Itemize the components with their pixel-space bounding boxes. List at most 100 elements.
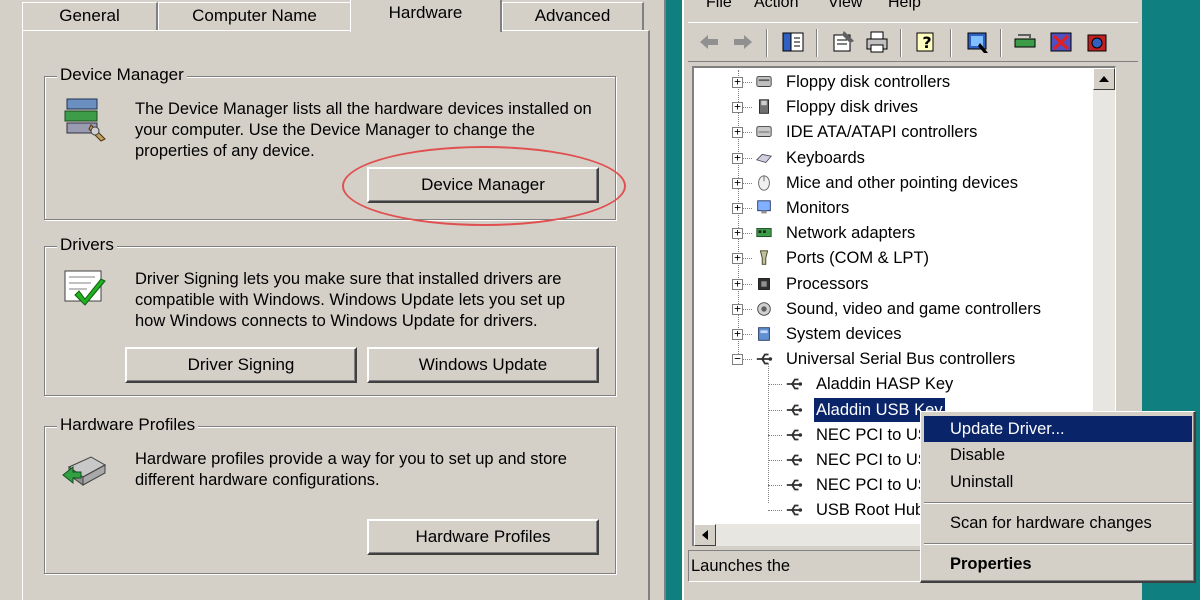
expand-collapse-toggle[interactable]: + [732, 152, 743, 164]
scan-hardware-icon[interactable] [964, 29, 990, 55]
device-manager-description: The Device Manager lists all the hardwar… [135, 100, 592, 160]
expand-collapse-toggle[interactable]: + [732, 328, 743, 340]
tree-usb-device-label: Aladdin HASP Key [816, 375, 954, 394]
device-manager-icon [64, 98, 106, 142]
tree-usb-device-0[interactable]: Aladdin HASP Key [694, 372, 1094, 396]
tree-category-label: Keyboards [786, 148, 865, 167]
disable-device-icon[interactable] [1048, 29, 1074, 55]
scroll-up-arrow-icon [1099, 76, 1109, 82]
scroll-up-button[interactable] [1093, 68, 1115, 90]
toolbar: ? [688, 22, 1138, 62]
tree-category-11[interactable]: − Universal Serial Bus controllers [694, 347, 1094, 371]
tab-computer-name[interactable]: Computer Name [158, 2, 352, 30]
update-driver-icon[interactable] [1012, 29, 1038, 55]
device-manager-group: Device Manager The Device Manager lists … [44, 65, 616, 220]
usb-device-icon [786, 504, 803, 516]
toolbar-separator [1000, 29, 1002, 57]
driver-signing-icon [64, 270, 106, 306]
menu-view[interactable]: View [828, 0, 862, 12]
tree-category-label: Network adapters [786, 224, 916, 243]
tree-connector [768, 485, 782, 487]
tree-connector [768, 409, 782, 411]
driver-signing-button[interactable]: Driver Signing [125, 347, 357, 383]
toolbar-separator [816, 29, 818, 57]
hardware-profiles-button[interactable]: Hardware Profiles [367, 519, 599, 555]
expand-collapse-toggle[interactable]: + [732, 227, 743, 240]
toolbar-separator [766, 29, 768, 57]
svg-text:?: ? [922, 33, 931, 52]
windows-update-button[interactable]: Windows Update [367, 347, 599, 383]
forward-arrow-icon[interactable] [730, 29, 756, 55]
tab-general[interactable]: General [22, 2, 158, 30]
tree-usb-device-label: USB Root Hub [816, 501, 925, 520]
scroll-left-arrow-icon [702, 530, 708, 540]
tree-category-label: Floppy disk drives [786, 98, 919, 117]
tree-connector [768, 510, 782, 512]
floppy-controller-icon [756, 76, 772, 87]
menu-bar: File Action View Help [684, 0, 1144, 16]
network-adapter-icon [756, 228, 772, 238]
tree-category-label: IDE ATA/ATAPI controllers [786, 123, 978, 142]
tree-category-label: Processors [786, 274, 869, 293]
help-icon[interactable]: ? [914, 29, 940, 55]
tree-connector [768, 460, 782, 461]
expand-collapse-toggle[interactable]: + [732, 303, 743, 315]
tab-advanced[interactable]: Advanced [502, 2, 644, 30]
tree-category-9[interactable]: + Sound, video and game controllers [694, 297, 1094, 321]
floppy-drive-icon [759, 99, 769, 114]
menu-item-uninstall[interactable]: Uninstall [924, 469, 1192, 495]
expand-collapse-toggle[interactable]: + [732, 126, 743, 139]
expand-collapse-toggle[interactable]: + [732, 202, 743, 214]
print-icon[interactable] [864, 29, 890, 55]
back-arrow-icon[interactable] [696, 29, 722, 55]
usb-device-icon [786, 479, 803, 491]
menu-separator [924, 502, 1192, 504]
expand-collapse-toggle[interactable]: + [732, 252, 743, 265]
tree-category-0[interactable]: + Floppy disk controllers [694, 70, 1094, 94]
usb-device-icon [786, 378, 803, 390]
menu-item-scan-hardware[interactable]: Scan for hardware changes [924, 510, 1192, 536]
expand-collapse-toggle[interactable]: − [732, 353, 743, 366]
tree-connector [768, 384, 782, 386]
menu-item-properties[interactable]: Properties [924, 551, 1192, 577]
uninstall-device-icon[interactable] [1084, 29, 1110, 55]
system-properties-dialog: General Computer Name Hardware Advanced … [0, 0, 666, 600]
tree-category-1[interactable]: + Floppy disk drives [694, 95, 1094, 119]
usb-device-icon [786, 404, 803, 415]
expand-collapse-toggle[interactable]: + [732, 76, 743, 88]
tab-hardware[interactable]: Hardware [350, 0, 502, 32]
usb-icon [756, 353, 773, 365]
status-bar: Launches the [688, 550, 928, 582]
drivers-description: Driver Signing lets you make sure that i… [135, 270, 566, 330]
mouse-icon [758, 175, 770, 191]
menu-item-disable[interactable]: Disable [924, 442, 1192, 468]
expand-collapse-toggle[interactable]: + [732, 177, 743, 189]
tree-usb-device-label: NEC PCI to US [816, 425, 929, 444]
expand-collapse-toggle[interactable]: + [732, 278, 743, 290]
tree-category-6[interactable]: + Network adapters [694, 221, 1094, 245]
tree-category-4[interactable]: + Mice and other pointing devices [694, 171, 1094, 195]
menu-action[interactable]: Action [754, 0, 798, 12]
tree-category-8[interactable]: + Processors [694, 272, 1094, 296]
menu-help[interactable]: Help [888, 0, 921, 12]
properties-icon[interactable] [830, 29, 856, 55]
expand-collapse-toggle[interactable]: + [732, 101, 743, 114]
tree-category-7[interactable]: + Ports (COM & LPT) [694, 246, 1094, 270]
system-devices-icon [758, 327, 770, 341]
hardware-profiles-description: Hardware profiles provide a way for you … [135, 450, 567, 489]
menu-item-update-driver[interactable]: Update Driver... [924, 416, 1192, 442]
menu-separator [924, 543, 1192, 545]
tree-category-3[interactable]: + Keyboards [694, 146, 1094, 170]
processor-icon [758, 277, 770, 290]
scroll-left-button[interactable] [694, 524, 716, 546]
hardware-profiles-group-title: Hardware Profiles [57, 415, 199, 435]
tree-category-10[interactable]: + System devices [694, 322, 1094, 346]
tree-category-label: Universal Serial Bus controllers [786, 350, 1016, 369]
toolbar-separator [900, 29, 902, 57]
tree-category-5[interactable]: + Monitors [694, 196, 1094, 220]
sound-icon [757, 302, 771, 316]
device-manager-button[interactable]: Device Manager [367, 167, 599, 203]
tree-category-2[interactable]: + IDE ATA/ATAPI controllers [694, 120, 1094, 144]
show-hide-tree-icon[interactable] [780, 29, 806, 55]
menu-file[interactable]: File [706, 0, 732, 12]
